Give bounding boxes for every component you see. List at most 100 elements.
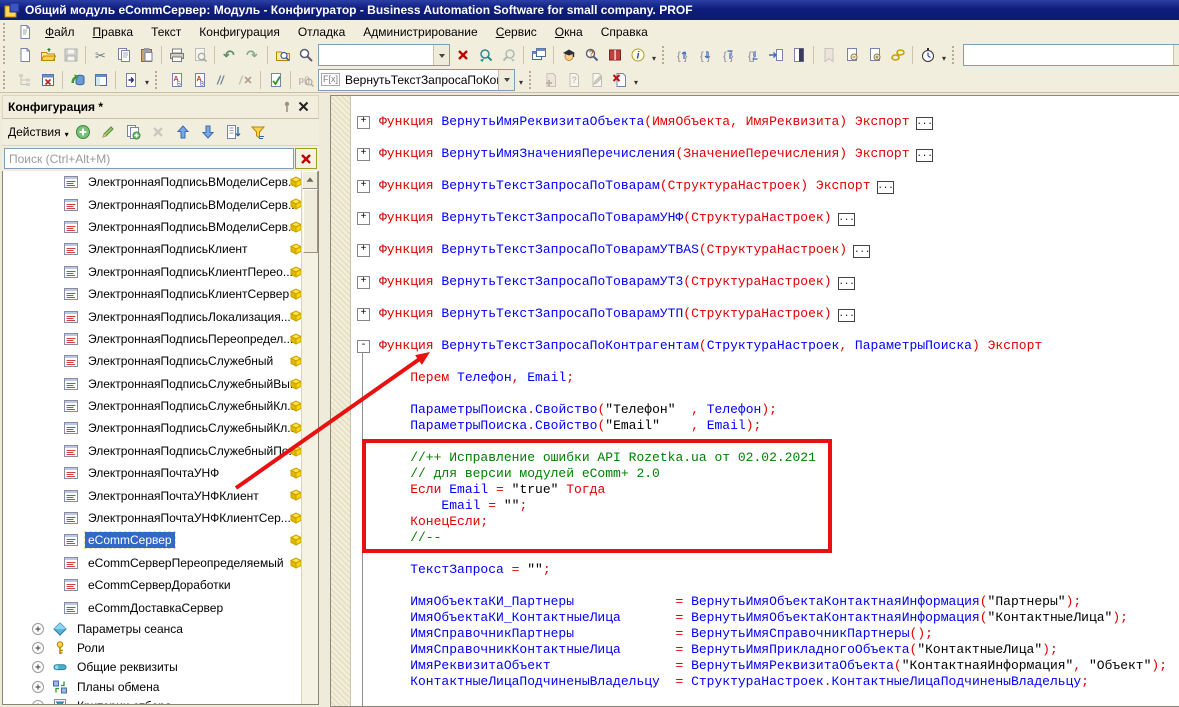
code-line[interactable]: Перем Телефон, Email;	[331, 370, 1179, 386]
tree-item[interactable]: ЭлектроннаяПодписьВМоделиСерв...	[3, 216, 302, 238]
delete-template-button[interactable]	[608, 69, 631, 91]
tree-item-label[interactable]: ЭлектроннаяПодписьКлиент	[85, 241, 251, 257]
code-line[interactable]: ИмяСправочникКонтактныеЛица = ВернутьИмя…	[331, 642, 1179, 658]
collapsed-body-button[interactable]: ...	[877, 181, 894, 194]
tree-item-label[interactable]: ЭлектроннаяПодписьСлужебный	[85, 353, 276, 369]
edit-template-button[interactable]	[585, 69, 608, 91]
tree-item-label-selected[interactable]: eCommСервер	[85, 532, 175, 548]
scrollbar-thumb[interactable]	[303, 189, 318, 253]
tree-group[interactable]: Общие реквизиты	[3, 658, 302, 677]
tree-item-label[interactable]: ЭлектроннаяПодписьПереопредел...	[85, 331, 296, 347]
code-line[interactable]	[331, 290, 1179, 306]
close-panel-button[interactable]	[295, 99, 313, 116]
windows-button[interactable]	[527, 44, 550, 66]
tree-item-label[interactable]: ЭлектроннаяПодписьСлужебныйВы...	[85, 376, 303, 392]
tree-item[interactable]: ЭлектроннаяПодписьСлужебныйПо...	[3, 440, 302, 462]
references-button[interactable]	[886, 44, 909, 66]
open-button[interactable]	[36, 44, 59, 66]
clear-search-button[interactable]	[451, 44, 474, 66]
search-combo[interactable]	[963, 44, 1179, 66]
expand-plus-icon[interactable]	[30, 621, 46, 637]
open-form-button[interactable]	[89, 69, 112, 91]
menu-текст[interactable]: Текст	[142, 22, 190, 42]
code-line[interactable]	[331, 354, 1179, 370]
menu-конфигурация[interactable]: Конфигурация	[190, 22, 289, 42]
add-bookmark-button[interactable]	[817, 44, 840, 66]
code-line[interactable]	[331, 226, 1179, 242]
procedure-selector-combo[interactable]: F[x]ВернутьТекстЗапросаПоКонтр	[318, 69, 515, 91]
undo-button[interactable]: ↶	[218, 44, 241, 66]
clear-search-button[interactable]	[295, 148, 317, 169]
code-line[interactable]: ТекстЗапроса = "";	[331, 562, 1179, 578]
code-line[interactable]: +Функция ВернутьТекстЗапросаПоТоварамУТ3…	[331, 274, 1179, 290]
code-line[interactable]	[331, 322, 1179, 338]
code-line[interactable]: ПараметрыПоиска.Свойство("Email" , Email…	[331, 418, 1179, 434]
tree-item-label[interactable]: ЭлектроннаяПочтаУНФКлиентСер...	[85, 510, 294, 526]
expand-marker-icon[interactable]: +	[357, 180, 370, 193]
collapsed-body-button[interactable]: ...	[916, 117, 933, 130]
tree-item-label[interactable]: ЭлектроннаяПодписьВМоделиСерв...	[85, 174, 301, 190]
combo-dropdown-button[interactable]	[498, 70, 514, 90]
tree-item[interactable]: ЭлектроннаяПодписьВМоделиСерв...	[3, 171, 302, 193]
tree-group-label[interactable]: Параметры сеанса	[74, 621, 186, 637]
chevron-down-icon[interactable]: ▾	[65, 126, 71, 139]
tree-item[interactable]: ЭлектроннаяПодписьПереопредел...	[3, 328, 302, 350]
zoom-out-page-button[interactable]	[840, 44, 863, 66]
print-preview-button[interactable]	[188, 44, 211, 66]
add-comment-button[interactable]: //	[211, 69, 234, 91]
prev-procedure-button[interactable]: { }	[672, 44, 695, 66]
tree-item[interactable]: eCommДоставкаСервер	[3, 596, 302, 618]
menu-справка[interactable]: Справка	[592, 22, 657, 42]
code-line[interactable]: -Функция ВернутьТекстЗапросаПоКонтрагент…	[331, 338, 1179, 354]
syntax-check-button[interactable]	[264, 69, 287, 91]
goto-module-button[interactable]	[119, 69, 142, 91]
tree-item-label[interactable]: ЭлектроннаяПодписьКлиентСервер	[85, 286, 292, 302]
collapsed-body-button[interactable]: ...	[853, 245, 870, 258]
tree-item-label[interactable]: ЭлектроннаяПодписьЛокализация...	[85, 309, 294, 325]
expand-marker-icon[interactable]: +	[357, 276, 370, 289]
add-button[interactable]	[72, 121, 94, 143]
find-previous-button[interactable]	[497, 44, 520, 66]
code-line[interactable]: ИмяСправочникПартнеры = ВернутьИмяСправо…	[331, 626, 1179, 642]
chevron-down-icon[interactable]: ▾	[939, 41, 949, 69]
expand-marker-icon[interactable]: +	[357, 212, 370, 225]
redo-button[interactable]: ↷	[241, 44, 264, 66]
delete-button[interactable]	[147, 121, 169, 143]
tree-item[interactable]: ЭлектроннаяПодписьКлиентПерео...	[3, 261, 302, 283]
save-button[interactable]	[59, 44, 82, 66]
expand-marker-icon[interactable]: +	[357, 308, 370, 321]
filter-button[interactable]	[247, 121, 269, 143]
global-search-button[interactable]	[271, 44, 294, 66]
context-help-button[interactable]: ?	[580, 44, 603, 66]
code-line[interactable]: +Функция ВернутьТекстЗапросаПоТоварамУТП…	[331, 306, 1179, 322]
tree-item-label[interactable]: ЭлектроннаяПодписьВМоделиСерв...	[85, 197, 301, 213]
tree-item-label[interactable]: ЭлектроннаяПодписьКлиентПерео...	[85, 264, 296, 280]
tree-item[interactable]: ЭлектроннаяПодписьЛокализация...	[3, 305, 302, 327]
tree-scrollbar[interactable]	[301, 171, 318, 704]
pin-icon[interactable]	[279, 99, 295, 115]
code-line[interactable]	[331, 162, 1179, 178]
cut-button[interactable]: ✂	[89, 44, 112, 66]
menu-отладка[interactable]: Отладка	[289, 22, 354, 42]
menu-администрирование[interactable]: Администрирование	[354, 22, 486, 42]
move-up-button[interactable]	[172, 121, 194, 143]
stopwatch-button[interactable]	[916, 44, 939, 66]
search-input[interactable]: Поиск (Ctrl+Alt+M)	[4, 148, 294, 169]
code-line[interactable]: +Функция ВернутьИмяРеквизитаОбъекта(ИмяО…	[331, 114, 1179, 130]
tree-item-label[interactable]: ЭлектроннаяПодписьВМоделиСерв...	[85, 219, 301, 235]
tree-button[interactable]	[13, 69, 36, 91]
update-db-config-button[interactable]	[66, 69, 89, 91]
tree-item[interactable]: ЭлектроннаяПодписьКлиентСервер	[3, 283, 302, 305]
menu-файл[interactable]: Файл	[36, 22, 84, 42]
tree-item-label[interactable]: ЭлектроннаяПодписьСлужебныйКл...	[85, 420, 300, 436]
collapsed-body-button[interactable]: ...	[838, 277, 855, 290]
menu-сервис[interactable]: Сервис	[487, 22, 546, 42]
add-template-button[interactable]	[539, 69, 562, 91]
find-next-button[interactable]	[474, 44, 497, 66]
tree-item-label[interactable]: eCommСерверПереопределяемый	[85, 555, 287, 571]
tree-item-label[interactable]: eCommДоставкаСервер	[85, 600, 226, 616]
expand-marker-icon[interactable]: +	[357, 116, 370, 129]
clone-button[interactable]	[122, 121, 144, 143]
tree-item[interactable]: ЭлектроннаяПодписьВМоделиСерв...	[3, 193, 302, 215]
close-window-button[interactable]	[36, 69, 59, 91]
